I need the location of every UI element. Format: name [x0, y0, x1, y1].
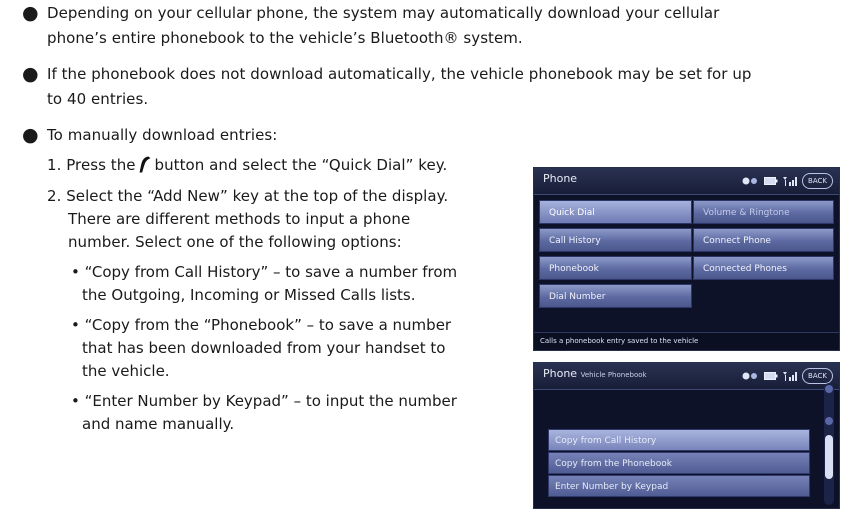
signal-strength-icon	[783, 177, 798, 186]
scrollbar[interactable]	[824, 383, 834, 505]
vehicle-phonebook-screen: Phone Vehicle Phonebook BACK Copy from C…	[533, 362, 840, 509]
screen-header: Phone BACK	[534, 168, 839, 195]
scroll-mid-arrow[interactable]	[825, 417, 833, 425]
back-button[interactable]: BACK	[802, 173, 833, 189]
screen-title: Phone	[543, 172, 578, 185]
battery-icon	[764, 177, 778, 185]
paragraph-line: If the phonebook does not download autom…	[47, 65, 752, 83]
step-1-text: button and select the “Quick Dial” key.	[154, 156, 448, 174]
paragraph-line: Depending on your cellular phone, the sy…	[47, 4, 720, 22]
screen-title-main: Phone	[543, 367, 578, 380]
scroll-up-arrow[interactable]	[825, 385, 833, 393]
option-line: and name manually.	[82, 415, 235, 433]
connect-phone-button[interactable]: Connect Phone	[693, 228, 834, 252]
bullet: ●	[22, 63, 39, 85]
document-page: ● Depending on your cellular phone, the …	[0, 0, 842, 509]
status-icons: BACK	[742, 368, 833, 384]
signal-strength-icon	[783, 372, 798, 381]
scroll-thumb[interactable]	[825, 435, 833, 479]
step-2-line: 2. Select the “Add New” key at the top o…	[47, 187, 449, 205]
phone-menu-screen: Phone BACK Quick Dial Call History Phone…	[533, 167, 840, 351]
step-1-text: 1. Press the	[47, 156, 136, 174]
quick-dial-button[interactable]: Quick Dial	[539, 200, 692, 224]
phonebook-button[interactable]: Phonebook	[539, 256, 692, 280]
copy-from-phonebook-item[interactable]: Copy from the Phonebook	[548, 452, 810, 474]
screen-title-sub: Vehicle Phonebook	[580, 371, 647, 379]
paragraph-line: phone’s entire phonebook to the vehicle’…	[47, 29, 523, 47]
bluetooth-connected-icon	[742, 177, 758, 185]
step-2-line: There are different methods to input a p…	[68, 210, 411, 228]
option-line: • “Copy from the “Phonebook” – to save a…	[71, 316, 452, 334]
paragraph-line: to 40 entries.	[47, 90, 149, 108]
back-button[interactable]: BACK	[802, 368, 833, 384]
option-line: that has been downloaded from your hands…	[82, 339, 446, 357]
option-line: the vehicle.	[82, 362, 170, 380]
bluetooth-connected-icon	[742, 372, 758, 380]
copy-from-call-history-item[interactable]: Copy from Call History	[548, 429, 810, 451]
step-1: 1. Press the button and select the “Quick…	[47, 154, 447, 176]
option-line: • “Copy from Call History” – to save a n…	[71, 263, 458, 281]
screen-title: Phone Vehicle Phonebook	[543, 367, 647, 380]
volume-ringtone-button[interactable]: Volume & Ringtone	[693, 200, 834, 224]
screen-help-text: Calls a phonebook entry saved to the veh…	[534, 332, 839, 350]
connected-phones-button[interactable]: Connected Phones	[693, 256, 834, 280]
option-line: the Outgoing, Incoming or Missed Calls l…	[82, 286, 416, 304]
status-icons: BACK	[742, 173, 833, 189]
screen-header: Phone Vehicle Phonebook BACK	[534, 363, 839, 390]
enter-number-by-keypad-item[interactable]: Enter Number by Keypad	[548, 475, 810, 497]
step-2-line: number. Select one of the following opti…	[68, 233, 402, 251]
dial-number-button[interactable]: Dial Number	[539, 284, 692, 308]
call-history-button[interactable]: Call History	[539, 228, 692, 252]
bullet: ●	[22, 124, 39, 146]
option-line: • “Enter Number by Keypad” – to input th…	[71, 392, 457, 410]
bullet: ●	[22, 2, 39, 24]
phone-handset-icon	[139, 156, 150, 173]
paragraph-line: To manually download entries:	[47, 126, 278, 144]
battery-icon	[764, 372, 778, 380]
